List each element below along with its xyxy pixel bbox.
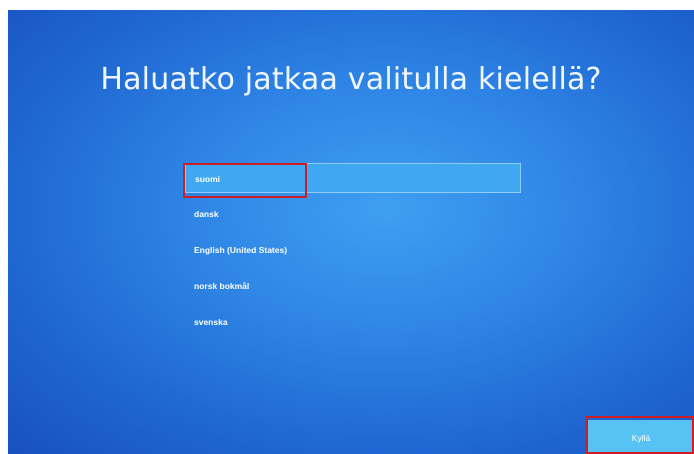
language-item-suomi[interactable]: suomi [185, 163, 521, 193]
language-item-label: suomi [195, 174, 221, 184]
language-item-label: svenska [194, 317, 228, 327]
language-item-label: norsk bokmål [194, 281, 250, 291]
page-title: Haluatko jatkaa valitulla kielellä? [100, 62, 602, 97]
language-item-label: dansk [194, 209, 219, 219]
yes-button[interactable]: Kyllä [588, 420, 694, 454]
language-item-label: English (United States) [194, 245, 288, 255]
language-item-dansk[interactable]: dansk [185, 199, 521, 229]
language-list: suomi dansk English (United States) nors… [185, 163, 521, 343]
language-item-norsk-bokmal[interactable]: norsk bokmål [185, 271, 521, 301]
setup-screen: Haluatko jatkaa valitulla kielellä? suom… [8, 10, 694, 454]
language-item-english-us[interactable]: English (United States) [185, 235, 521, 265]
language-item-svenska[interactable]: svenska [185, 307, 521, 337]
